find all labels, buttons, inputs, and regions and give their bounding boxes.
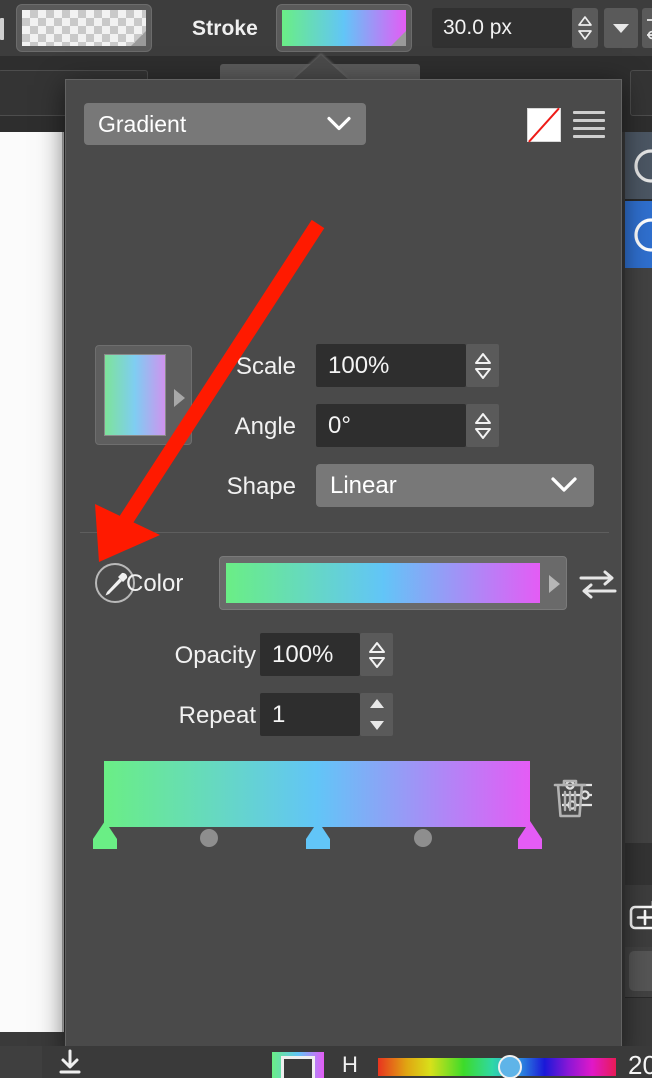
chevron-down-icon <box>326 111 352 138</box>
document-canvas <box>0 132 64 1032</box>
repeat-stepper[interactable] <box>360 693 393 736</box>
scale-input[interactable]: 100% <box>316 344 466 387</box>
popup-pointer-tail <box>293 55 349 80</box>
layer-thumb-icon <box>634 218 652 252</box>
stop-middle[interactable] <box>306 821 330 839</box>
shape-label: Shape <box>226 473 296 500</box>
transparent-checkerboard <box>22 10 146 46</box>
fill-stroke-gradient-swatch[interactable] <box>272 1052 324 1078</box>
stop-start-box[interactable] <box>93 839 117 849</box>
stroke-width-input[interactable]: 30.0 px <box>432 8 572 48</box>
scale-stepper[interactable] <box>466 344 499 387</box>
layer-item-2[interactable] <box>625 201 652 268</box>
add-layer-row[interactable] <box>625 885 652 947</box>
no-color-icon[interactable] <box>527 107 561 143</box>
gradient-editor-bar[interactable] <box>104 761 530 827</box>
stop-end[interactable] <box>518 821 542 839</box>
layer-thumb-icon <box>634 149 652 183</box>
triangle-down-icon <box>613 24 629 33</box>
triangle-right-icon[interactable] <box>549 575 560 593</box>
hue-slider-handle[interactable] <box>498 1055 522 1078</box>
angle-input[interactable]: 0° <box>316 404 466 447</box>
stop-middle-box[interactable] <box>306 839 330 849</box>
subtoolbar-widget-right[interactable] <box>630 70 652 116</box>
swatch-corner-triangle <box>131 31 146 46</box>
layer-divider <box>625 199 652 201</box>
add-layer-icon <box>629 901 652 930</box>
gradient-preview-swatch[interactable] <box>95 345 192 445</box>
hamburger-menu-icon[interactable] <box>573 111 605 138</box>
repeat-label: Repeat <box>178 702 256 729</box>
midpoint-1[interactable] <box>200 829 218 847</box>
stroke-swatch-button[interactable] <box>276 4 412 52</box>
sliders-icon <box>647 19 652 40</box>
statusbar-seg-left <box>0 1046 42 1078</box>
triangle-up-icon[interactable] <box>368 698 386 709</box>
color-gradient-bar[interactable] <box>219 556 567 610</box>
opacity-input[interactable]: 100% <box>260 633 360 676</box>
gradient-swatch <box>282 10 406 46</box>
updown-stepper-icon <box>474 412 491 439</box>
gradient-popup-panel: Gradient Scale 100% Angle 0° Shape Linea… <box>65 79 622 1056</box>
layers-toolbar-top <box>625 843 652 885</box>
layers-panel-footer <box>625 997 652 1046</box>
no-color-slash <box>528 107 560 143</box>
shape-select[interactable]: Linear <box>316 464 594 507</box>
gradient-preview-fill <box>104 354 166 436</box>
opacity-label: Opacity <box>174 642 256 669</box>
layers-panel-chip[interactable] <box>629 951 652 991</box>
repeat-input[interactable]: 1 <box>260 693 360 736</box>
opacity-stepper[interactable] <box>360 633 393 676</box>
statusbar-value: 20 <box>628 1050 652 1078</box>
updown-stepper-icon <box>578 16 592 40</box>
swap-arrows-icon[interactable] <box>578 569 618 604</box>
updown-stepper-icon <box>368 641 385 668</box>
layer-item-1[interactable] <box>625 132 652 199</box>
stroke-label: Stroke <box>192 17 258 40</box>
gradient-type-select[interactable]: Gradient <box>84 103 366 145</box>
download-button[interactable] <box>47 1046 93 1078</box>
swatch-corner-triangle <box>391 31 406 46</box>
layers-panel-section <box>625 947 652 997</box>
stroke-settings-button[interactable] <box>642 8 652 48</box>
hue-slider[interactable] <box>378 1058 616 1076</box>
color-label: Color <box>126 570 184 597</box>
stroke-width-stepper[interactable] <box>572 8 598 48</box>
midpoint-2[interactable] <box>414 829 432 847</box>
fill-swatch-button[interactable] <box>16 4 152 52</box>
chevron-down-icon <box>550 472 578 500</box>
gradient-type-label: Gradient <box>98 110 187 137</box>
angle-stepper[interactable] <box>466 404 499 447</box>
trash-icon <box>553 779 587 818</box>
angle-label: Angle <box>234 413 296 440</box>
triangle-down-icon[interactable] <box>368 720 386 731</box>
stop-start[interactable] <box>93 821 117 839</box>
download-icon <box>59 1049 81 1074</box>
color-gradient-fill <box>226 563 540 603</box>
stop-end-box[interactable] <box>518 839 542 849</box>
section-divider <box>80 532 609 533</box>
layers-panel-body <box>625 268 652 843</box>
stroke-ring <box>281 1056 315 1078</box>
gradient-stop-editor[interactable] <box>93 761 542 849</box>
channel-label: H <box>342 1052 358 1077</box>
shape-value: Linear <box>330 471 397 499</box>
stroke-width-dropdown[interactable] <box>604 8 638 48</box>
delete-stop-button[interactable] <box>551 776 589 825</box>
updown-stepper-icon <box>474 352 491 379</box>
toolbar-left-sliver <box>0 18 4 40</box>
triangle-right-icon[interactable] <box>174 389 185 407</box>
scale-label: Scale <box>235 353 296 380</box>
